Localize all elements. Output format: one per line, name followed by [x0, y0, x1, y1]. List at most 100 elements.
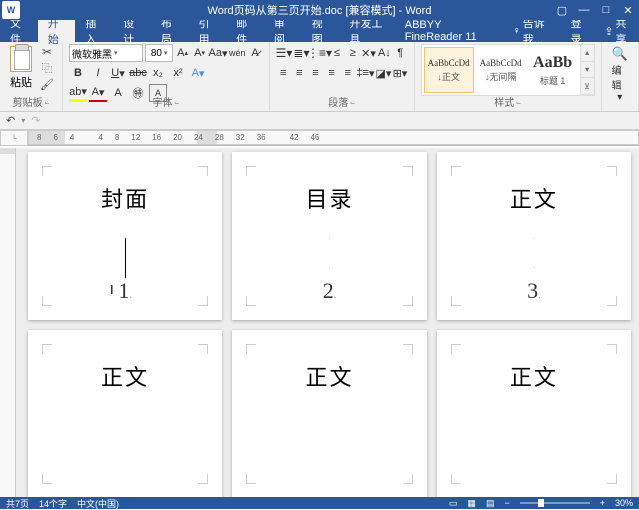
tab-mailings[interactable]: 邮件: [226, 20, 264, 42]
sort-button[interactable]: A↓: [377, 44, 392, 62]
group-editing: 编辑 ▾: [602, 42, 639, 111]
superscript-button[interactable]: x²: [169, 64, 187, 82]
page-heading: 正文: [101, 360, 149, 392]
format-painter-button[interactable]: [38, 76, 56, 92]
page-number: 3.: [527, 278, 541, 304]
window-title: Word页码从第三页开始.doc [兼容模式] - Word: [208, 2, 432, 18]
decrease-indent-button[interactable]: ≤: [329, 44, 344, 62]
horizontal-ruler[interactable]: 86448121620242832364246: [28, 130, 639, 145]
status-words[interactable]: 14个字: [39, 497, 67, 510]
font-size-combo[interactable]: 80▾: [145, 44, 173, 62]
status-language[interactable]: 中文(中国): [77, 497, 119, 510]
align-center-button[interactable]: ≡: [292, 64, 307, 82]
zoom-in-button[interactable]: +: [600, 498, 605, 508]
line-spacing-button[interactable]: ‡≡▾: [356, 64, 374, 82]
subscript-button[interactable]: x₂: [149, 64, 167, 82]
tab-references[interactable]: 引用: [189, 20, 227, 42]
view-print-icon[interactable]: ▦: [467, 498, 476, 509]
asian-layout-button[interactable]: ✕▾: [361, 44, 376, 62]
ribbon-display-options-icon[interactable]: ▢: [551, 0, 573, 20]
tab-abbyy[interactable]: ABBYY FineReader 11: [395, 20, 505, 42]
increase-indent-button[interactable]: ≥: [345, 44, 360, 62]
clear-formatting-button[interactable]: A̷: [248, 44, 263, 62]
style-gallery-nav: ▴ ▾ ⊻: [581, 44, 595, 96]
align-left-button[interactable]: ≡: [276, 64, 291, 82]
ribbon: 粘贴 剪贴板 微软雅黑▾ 80▾ A▴ A▾ Aa▾ wén A̷ B I U▾…: [0, 42, 639, 112]
status-page[interactable]: 共7页: [6, 497, 29, 510]
vertical-ruler[interactable]: [0, 148, 16, 497]
view-web-icon[interactable]: ▤: [486, 498, 495, 509]
page-thumb[interactable]: 正文: [437, 330, 631, 497]
bold-button[interactable]: B: [69, 64, 87, 82]
redo-button[interactable]: ↷: [31, 114, 40, 127]
share-button[interactable]: ⇪共享: [596, 20, 639, 42]
italic-button[interactable]: I: [89, 64, 107, 82]
tab-insert[interactable]: 插入: [75, 20, 113, 42]
justify-button[interactable]: ≡: [324, 64, 339, 82]
ruler-corner[interactable]: └: [0, 130, 28, 146]
change-case-button[interactable]: Aa▾: [209, 44, 227, 62]
quick-access-row: ↶ ▾ ↷: [0, 112, 639, 130]
strikethrough-button[interactable]: abc: [129, 64, 147, 82]
tab-file[interactable]: 文件: [0, 20, 38, 42]
paragraph-group-label[interactable]: 段落: [270, 94, 414, 111]
borders-button[interactable]: ⊞▾: [392, 64, 407, 82]
multilevel-list-button[interactable]: ⋮≡▾: [310, 44, 328, 62]
title-bar: W Word页码从第三页开始.doc [兼容模式] - Word ▢ — □ ✕: [0, 0, 639, 20]
page-thumb[interactable]: 正文 ·· 3.: [437, 152, 631, 320]
page-number: 1.: [118, 278, 132, 304]
distribute-button[interactable]: ≡: [340, 64, 355, 82]
page-thumb[interactable]: 正文: [28, 330, 222, 497]
tab-review[interactable]: 审阅: [264, 20, 302, 42]
undo-button[interactable]: ↶: [6, 114, 15, 127]
undo-dropdown[interactable]: ▾: [21, 116, 25, 125]
tab-view[interactable]: 视图: [302, 20, 340, 42]
zoom-slider[interactable]: [520, 502, 590, 504]
text-cursor: [125, 238, 126, 278]
paste-button[interactable]: 粘贴: [6, 44, 36, 92]
tab-design[interactable]: 设计: [113, 20, 151, 42]
styles-group-label[interactable]: 样式: [415, 94, 601, 111]
style-normal[interactable]: AaBbCcDd ↓正文: [424, 47, 474, 93]
view-read-icon[interactable]: ▭: [449, 498, 458, 509]
underline-button[interactable]: U▾: [109, 64, 127, 82]
text-effects-button[interactable]: A▾: [189, 64, 207, 82]
gallery-up-icon[interactable]: ▴: [581, 45, 594, 62]
editing-dropdown[interactable]: 编辑 ▾: [608, 44, 632, 105]
minimize-button[interactable]: —: [573, 0, 595, 20]
shading-button[interactable]: ◪▾: [375, 64, 391, 82]
phonetic-guide-button[interactable]: wén: [229, 44, 246, 62]
font-group-label[interactable]: 字体: [63, 94, 269, 111]
page-thumb[interactable]: 正文: [232, 330, 426, 497]
align-right-button[interactable]: ≡: [308, 64, 323, 82]
page-heading: 正文: [510, 360, 558, 392]
copy-button[interactable]: [38, 60, 56, 76]
tab-layout[interactable]: 布局: [151, 20, 189, 42]
style-heading1[interactable]: AaBb 标题 1: [528, 47, 578, 93]
tell-me[interactable]: ♀告诉我...: [504, 20, 562, 42]
page-number: 2.: [323, 278, 337, 304]
group-styles: AaBbCcDd ↓正文 AaBbCcDd ↓无间隔 AaBb 标题 1 ▴ ▾…: [415, 42, 602, 111]
page-thumb[interactable]: 封面 · I 1.: [28, 152, 222, 320]
font-name-combo[interactable]: 微软雅黑▾: [69, 44, 143, 62]
zoom-level[interactable]: 30%: [615, 498, 633, 508]
gallery-more-icon[interactable]: ⊻: [581, 78, 594, 95]
tab-home[interactable]: 开始: [38, 20, 76, 42]
clipboard-group-label[interactable]: 剪贴板: [0, 94, 62, 111]
status-bar: 共7页 14个字 中文(中国) ▭ ▦ ▤ − + 30%: [0, 497, 639, 509]
close-button[interactable]: ✕: [617, 0, 639, 20]
shrink-font-button[interactable]: A▾: [192, 44, 207, 62]
grow-font-button[interactable]: A▴: [175, 44, 190, 62]
cut-button[interactable]: [38, 44, 56, 60]
signin[interactable]: 登录: [563, 20, 597, 42]
style-no-spacing[interactable]: AaBbCcDd ↓无间隔: [476, 47, 526, 93]
bullets-button[interactable]: ☰▾: [276, 44, 293, 62]
group-paragraph: ☰▾ ≣▾ ⋮≡▾ ≤ ≥ ✕▾ A↓ ¶ ≡ ≡ ≡ ≡ ≡ ‡≡▾ ◪▾ ⊞…: [270, 42, 415, 111]
page-thumb[interactable]: 目录 ·· 2.: [232, 152, 426, 320]
tab-developer[interactable]: 开发工具: [339, 20, 394, 42]
paste-label: 粘贴: [10, 74, 32, 90]
maximize-button[interactable]: □: [595, 0, 617, 20]
zoom-out-button[interactable]: −: [504, 498, 509, 508]
show-hide-button[interactable]: ¶: [393, 44, 408, 62]
gallery-down-icon[interactable]: ▾: [581, 62, 594, 79]
